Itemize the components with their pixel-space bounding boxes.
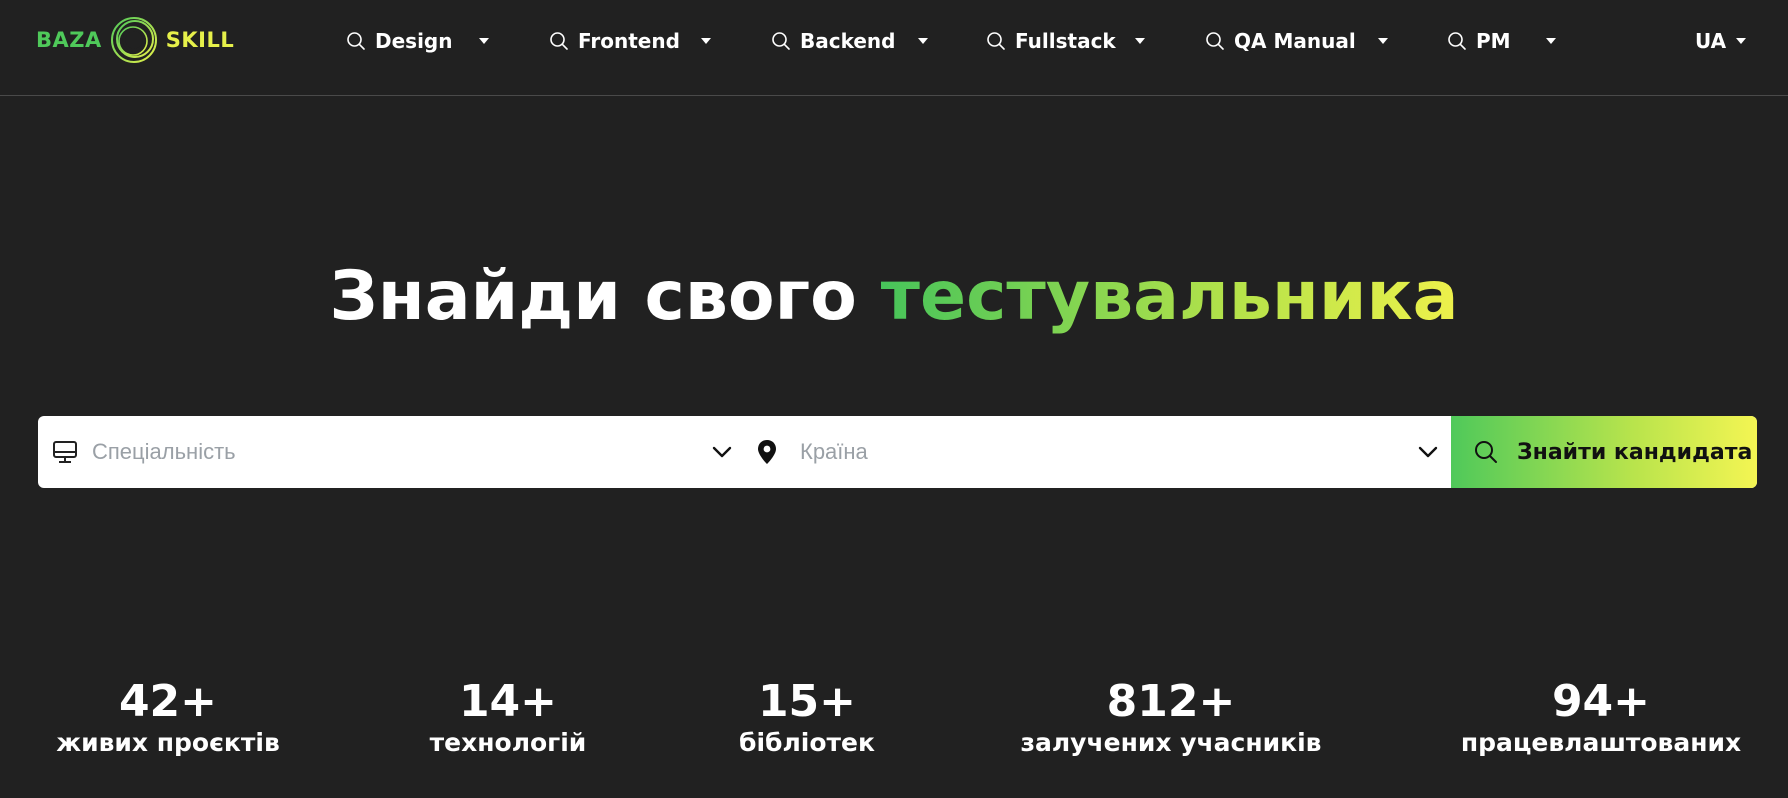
stat-caption: живих проєктів	[56, 728, 280, 757]
monitor-icon	[53, 441, 77, 463]
candidate-search-bar: Спеціальність Країна Знайти кандидата	[38, 416, 1757, 488]
search-icon	[1206, 32, 1224, 50]
country-placeholder: Країна	[800, 439, 868, 464]
search-icon	[1448, 32, 1466, 50]
specialty-select[interactable]: Спеціальність	[52, 416, 742, 488]
stat-participants: 812+ залучених учасників	[1016, 676, 1326, 758]
find-candidate-label: Знайти кандидата	[1517, 439, 1753, 465]
language-label: UA	[1695, 29, 1727, 53]
stat-caption: залучених учасників	[1020, 728, 1322, 757]
nav-item-backend[interactable]: Backend	[771, 22, 895, 60]
nav-item-qa-manual[interactable]: QA Manual	[1205, 22, 1356, 60]
nav-item-label: Fullstack	[1015, 29, 1116, 53]
site-header: BAZA SKILL Design Frontend Backend Fulls…	[0, 0, 1788, 96]
stat-libraries: 15+ бібліотек	[726, 676, 888, 758]
stat-caption: бібліотек	[739, 728, 875, 757]
search-icon	[347, 32, 365, 50]
nav-item-label: QA Manual	[1234, 29, 1356, 53]
stat-caption: технологій	[429, 728, 587, 757]
find-candidate-button[interactable]: Знайти кандидата	[1451, 416, 1757, 488]
dropdown-caret-icon[interactable]	[696, 22, 716, 60]
nav-item-fullstack[interactable]: Fullstack	[986, 22, 1116, 60]
stat-caption: працевлаштованих	[1460, 728, 1742, 757]
stat-value: 14+	[458, 676, 558, 727]
chevron-down-icon[interactable]	[710, 440, 734, 464]
country-select[interactable]: Країна	[756, 416, 1446, 488]
nav-item-label: Backend	[800, 29, 896, 53]
stat-technologies: 14+ технологій	[418, 676, 598, 758]
dropdown-caret-icon[interactable]	[1130, 22, 1150, 60]
stat-value: 15+	[757, 676, 857, 727]
dropdown-caret-icon[interactable]	[913, 22, 933, 60]
language-selector[interactable]: UA	[1695, 22, 1747, 60]
dropdown-caret-icon[interactable]	[1373, 22, 1393, 60]
nav-item-frontend[interactable]: Frontend	[549, 22, 680, 60]
stat-value: 42+	[118, 676, 218, 727]
nav-item-pm[interactable]: PM	[1447, 22, 1511, 60]
main-nav: Design Frontend Backend Fullstack QA Man…	[0, 22, 1788, 60]
page-title-plain: Знайди свого	[329, 257, 857, 336]
stat-employed: 94+ працевлаштованих	[1460, 676, 1742, 758]
nav-item-label: PM	[1476, 29, 1511, 53]
search-icon	[987, 32, 1005, 50]
chevron-down-icon[interactable]	[1416, 440, 1440, 464]
page-title: Знайди свого тестувальника	[0, 255, 1788, 339]
search-icon	[1475, 441, 1497, 463]
search-icon	[772, 32, 790, 50]
page-title-accent: тестувальника	[880, 257, 1459, 336]
nav-item-label: Design	[375, 29, 453, 53]
search-icon	[550, 32, 568, 50]
nav-item-label: Frontend	[578, 29, 680, 53]
stat-projects: 42+ живих проєктів	[48, 676, 288, 758]
dropdown-caret-icon	[1736, 38, 1747, 44]
location-pin-icon	[758, 440, 776, 464]
dropdown-caret-icon[interactable]	[474, 22, 494, 60]
specialty-placeholder: Спеціальність	[92, 439, 236, 464]
nav-item-design[interactable]: Design	[346, 22, 452, 60]
dropdown-caret-icon[interactable]	[1541, 22, 1561, 60]
stat-value: 812+	[1106, 676, 1236, 727]
stat-value: 94+	[1551, 676, 1651, 727]
